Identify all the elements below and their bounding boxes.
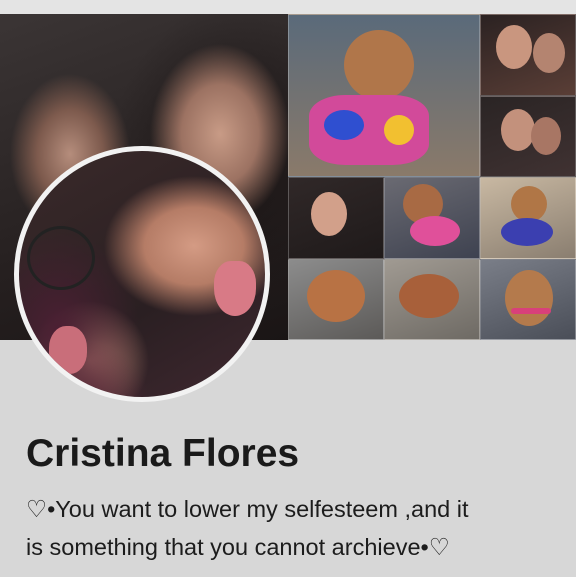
profile-page: Cristina Flores ♡•You want to lower my s…	[0, 0, 576, 577]
avatar-detail-1	[214, 261, 256, 316]
collage-tile-selfie-1	[480, 14, 576, 96]
collage-tile-dog-colorful	[480, 177, 576, 259]
top-bar	[0, 0, 576, 14]
profile-name: Cristina Flores	[26, 432, 300, 475]
bio-line-1: ♡•You want to lower my selfesteem ,and i…	[26, 496, 469, 522]
collage-tile-dog-harness	[480, 258, 576, 340]
collage-tile-dog-lying	[384, 258, 480, 340]
cover-collage	[288, 14, 576, 340]
avatar-detail-2	[49, 326, 87, 374]
profile-bio: ♡•You want to lower my selfesteem ,and i…	[26, 490, 556, 566]
collage-tile-dog-sweater	[288, 14, 480, 177]
bio-line-2: is something that you cannot archieve•♡	[26, 534, 450, 560]
profile-avatar[interactable]	[14, 146, 270, 402]
collage-tile-selfie-3	[288, 177, 384, 259]
avatar-glasses-detail	[27, 226, 95, 290]
avatar-photo	[19, 151, 265, 397]
collage-tile-dog-pink	[384, 177, 480, 259]
collage-tile-dog-closeup	[288, 258, 384, 340]
collage-tile-selfie-2	[480, 95, 576, 177]
